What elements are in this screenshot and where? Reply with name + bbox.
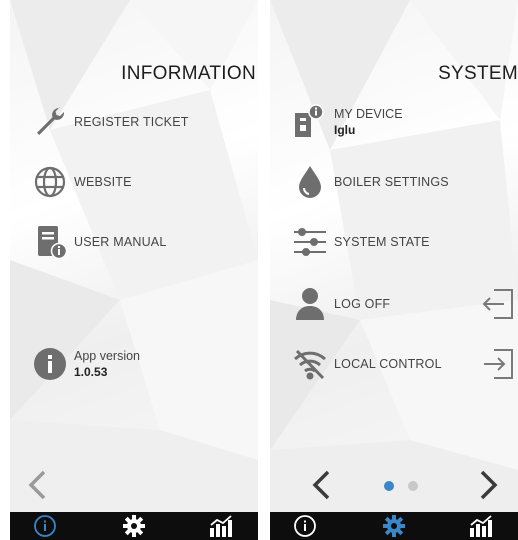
settings-tab-icon[interactable] xyxy=(379,514,409,538)
wrench-icon xyxy=(30,102,70,142)
previous-page-arrow-icon[interactable] xyxy=(308,468,336,502)
app-version-value: 1.0.53 xyxy=(74,365,108,379)
info-tab-icon[interactable] xyxy=(290,514,320,538)
boiler-settings-label: BOILER SETTINGS xyxy=(334,175,449,189)
my-device-label: MY DEVICE xyxy=(334,107,403,121)
statistics-tab-icon[interactable] xyxy=(466,514,496,538)
manual-book-icon xyxy=(30,222,70,262)
page-title: SYSTEM xyxy=(438,63,518,84)
next-page-arrow-icon[interactable] xyxy=(474,468,502,502)
settings-tab-icon[interactable] xyxy=(119,514,149,538)
page-dot-active[interactable] xyxy=(384,481,394,491)
information-screen: INFORMATION REGISTER TICKET WEBSITE USER… xyxy=(10,0,258,540)
register-ticket-item[interactable]: REGISTER TICKET xyxy=(30,102,189,142)
tab-bar xyxy=(270,512,518,540)
my-device-item[interactable]: MY DEVICE Iglu xyxy=(290,102,403,142)
info-tab-icon[interactable] xyxy=(30,514,60,538)
system-state-label: SYSTEM STATE xyxy=(334,235,430,249)
page-indicator xyxy=(384,481,418,491)
tab-bar xyxy=(10,512,258,540)
system-screen: SYSTEM MY DEVICE Iglu BOILER SETTINGS SY… xyxy=(270,0,518,540)
local-control-item[interactable]: LOCAL CONTROL xyxy=(290,344,442,384)
back-arrow-icon[interactable] xyxy=(24,468,52,502)
boiler-settings-item[interactable]: BOILER SETTINGS xyxy=(290,162,449,202)
water-drop-icon xyxy=(290,162,330,202)
log-off-item[interactable]: LOG OFF xyxy=(290,284,390,324)
my-device-value: Iglu xyxy=(334,123,356,137)
page-dot[interactable] xyxy=(408,481,418,491)
system-state-item[interactable]: SYSTEM STATE xyxy=(290,222,430,262)
user-icon xyxy=(290,284,330,324)
log-off-label: LOG OFF xyxy=(334,297,391,311)
website-label: WEBSITE xyxy=(74,175,132,189)
info-icon xyxy=(30,344,70,384)
login-arrow-icon[interactable] xyxy=(480,346,516,382)
globe-icon xyxy=(30,162,70,202)
logout-arrow-icon[interactable] xyxy=(480,286,516,322)
user-manual-item[interactable]: USER MANUAL xyxy=(30,222,167,262)
website-item[interactable]: WEBSITE xyxy=(30,162,132,202)
device-info-icon xyxy=(290,102,330,142)
app-version-label: App version xyxy=(74,349,141,363)
statistics-tab-icon[interactable] xyxy=(206,514,236,538)
page-title: INFORMATION xyxy=(121,63,256,84)
register-ticket-label: REGISTER TICKET xyxy=(74,115,189,129)
user-manual-label: USER MANUAL xyxy=(74,235,167,249)
app-version-item: App version 1.0.53 xyxy=(30,344,140,384)
wifi-off-icon xyxy=(290,344,330,384)
local-control-label: LOCAL CONTROL xyxy=(334,357,442,371)
sliders-icon xyxy=(290,222,330,262)
